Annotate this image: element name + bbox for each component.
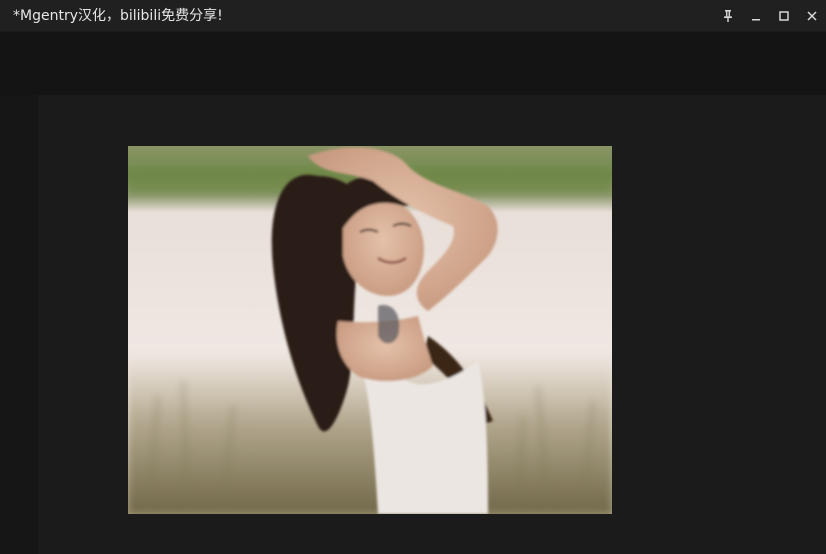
minimize-icon bbox=[750, 10, 762, 22]
minimize-button[interactable] bbox=[742, 0, 770, 32]
title-bar[interactable]: *Mgentry汉化，bilibili免费分享! bbox=[0, 0, 826, 32]
pin-icon bbox=[722, 9, 734, 23]
toolbar-area bbox=[0, 32, 826, 95]
window-title: *Mgentry汉化，bilibili免费分享! bbox=[13, 8, 223, 24]
close-button[interactable] bbox=[798, 0, 826, 32]
left-panel bbox=[0, 95, 38, 554]
maximize-button[interactable] bbox=[770, 0, 798, 32]
canvas-area[interactable] bbox=[38, 95, 826, 554]
maximize-icon bbox=[778, 10, 790, 22]
photo-illustration bbox=[128, 146, 612, 514]
photo-image[interactable] bbox=[128, 146, 612, 514]
app-window: *Mgentry汉化，bilibili免费分享! bbox=[0, 0, 826, 554]
pin-button[interactable] bbox=[714, 0, 742, 32]
close-icon bbox=[806, 10, 818, 22]
window-controls bbox=[714, 0, 826, 32]
